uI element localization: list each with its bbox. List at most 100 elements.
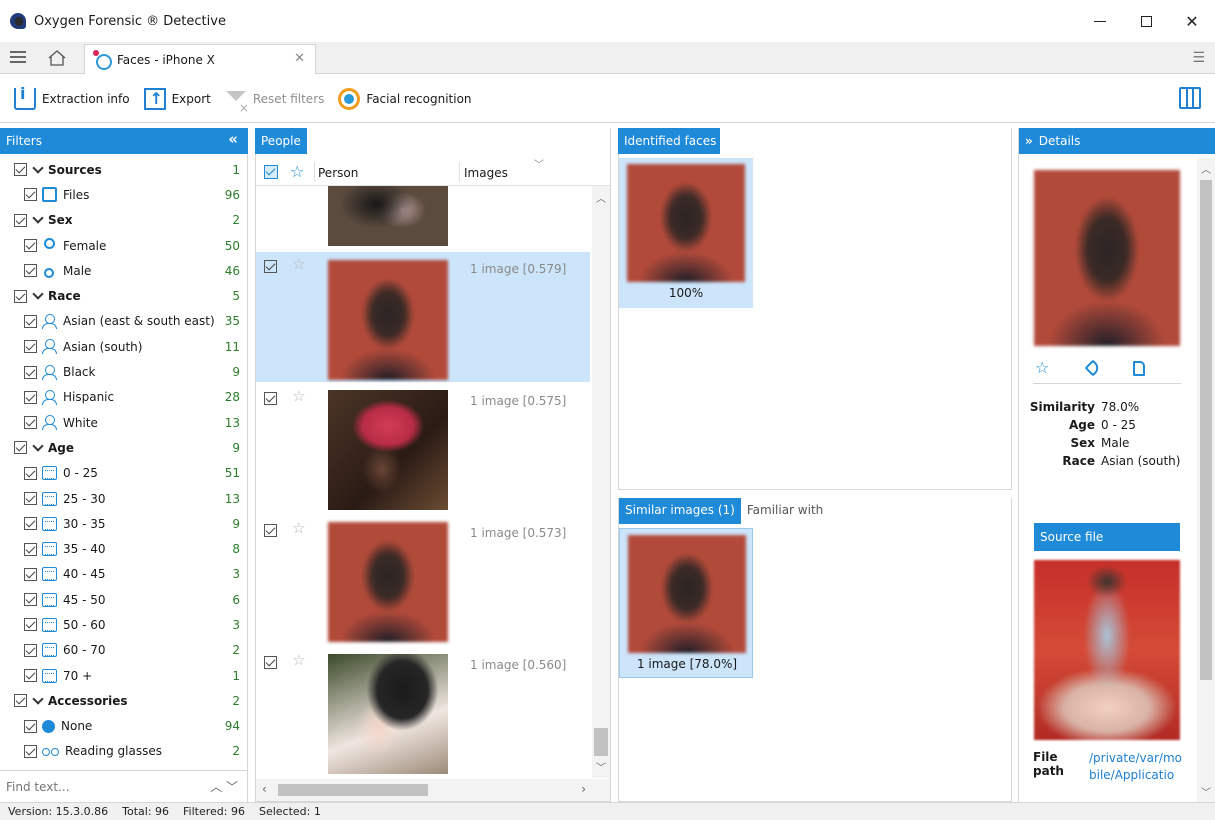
row-checkbox[interactable] xyxy=(264,524,277,537)
tag-icon[interactable] xyxy=(1084,359,1102,377)
favorite-star-icon[interactable]: ☆ xyxy=(292,255,305,273)
find-text-input[interactable] xyxy=(6,779,186,794)
tab-faces[interactable]: Faces - iPhone X ✕ xyxy=(84,44,316,74)
expand-details-icon[interactable]: » xyxy=(1025,134,1033,148)
minimize-button[interactable] xyxy=(1077,0,1123,42)
details-scrollbar[interactable]: ︿ ﹀ xyxy=(1197,158,1215,802)
table-row[interactable]: ☆ 1 image [0.560] xyxy=(256,648,590,776)
filter-item-checkbox[interactable] xyxy=(24,390,37,404)
file-path-link[interactable]: /private/var/mobile/Applicatio xyxy=(1089,750,1189,802)
filter-item[interactable]: Female 50 xyxy=(0,233,248,258)
source-file-photo[interactable] xyxy=(1034,560,1180,740)
filter-item-checkbox[interactable] xyxy=(24,567,37,581)
filter-item-checkbox[interactable] xyxy=(24,416,37,430)
filter-item[interactable]: 45 - 50 6 xyxy=(0,587,248,612)
table-row[interactable] xyxy=(256,186,590,250)
favorite-star-icon[interactable]: ☆ xyxy=(292,387,305,405)
filter-group-checkbox[interactable] xyxy=(14,694,27,708)
filter-item[interactable]: 70 + 1 xyxy=(0,663,248,688)
chevron-down-icon[interactable] xyxy=(32,212,44,224)
chevron-down-icon[interactable] xyxy=(32,693,44,705)
filter-group-accessories[interactable]: Accessories 2 xyxy=(0,688,248,713)
filter-item-checkbox[interactable] xyxy=(24,618,37,632)
scroll-down-icon[interactable]: ﹀ xyxy=(1201,784,1211,799)
filter-item-checkbox[interactable] xyxy=(24,365,37,379)
scroll-thumb[interactable] xyxy=(594,728,608,756)
favorite-column-star-icon[interactable]: ☆ xyxy=(290,162,304,181)
people-vertical-scrollbar[interactable]: ︿ ﹀ xyxy=(592,186,610,778)
filter-item[interactable]: Asian (south) 11 xyxy=(0,334,248,359)
menu-icon[interactable] xyxy=(10,51,26,63)
scroll-up-icon[interactable]: ︿ xyxy=(1201,161,1211,176)
filter-item-checkbox[interactable] xyxy=(24,239,37,253)
favorite-star-icon[interactable]: ☆ xyxy=(1035,358,1049,377)
export-button[interactable]: Export xyxy=(143,84,211,114)
filter-item[interactable]: 35 - 40 8 xyxy=(0,536,248,561)
filter-item-checkbox[interactable] xyxy=(24,314,37,328)
filter-item-checkbox[interactable] xyxy=(24,466,37,480)
maximize-button[interactable] xyxy=(1123,0,1169,42)
filter-item[interactable]: Hispanic 28 xyxy=(0,385,248,410)
filter-group-age[interactable]: Age 9 xyxy=(0,435,248,460)
filter-item-checkbox[interactable] xyxy=(24,744,37,758)
facial-recognition-button[interactable]: Facial recognition xyxy=(338,84,472,114)
scroll-up-icon[interactable]: ︿ xyxy=(596,190,606,205)
table-row[interactable]: ☆ 1 image [0.573] xyxy=(256,516,590,646)
scroll-thumb[interactable] xyxy=(1200,180,1212,680)
filter-group-sources[interactable]: Sources 1 xyxy=(0,157,248,182)
similar-image-card[interactable]: 1 image [78.0%] xyxy=(619,528,753,678)
filter-group-checkbox[interactable] xyxy=(14,289,27,303)
favorite-star-icon[interactable]: ☆ xyxy=(292,651,305,669)
filter-item-checkbox[interactable] xyxy=(24,593,37,607)
filter-item-checkbox[interactable] xyxy=(24,643,37,657)
filter-item[interactable]: 40 - 45 3 xyxy=(0,562,248,587)
filter-group-checkbox[interactable] xyxy=(14,441,27,455)
filter-item[interactable]: 50 - 60 3 xyxy=(0,612,248,637)
tab-similar-images[interactable]: Similar images (1) xyxy=(619,498,741,524)
filter-item[interactable]: Asian (east & south east) 35 xyxy=(0,309,248,334)
filter-item[interactable]: 0 - 25 51 xyxy=(0,461,248,486)
filter-item[interactable]: 25 - 30 13 xyxy=(0,486,248,511)
table-row[interactable]: ☆ 1 image [0.575] xyxy=(256,384,590,514)
scroll-down-icon[interactable]: ﹀ xyxy=(596,759,606,774)
chevron-down-icon[interactable] xyxy=(32,161,44,174)
collapse-filters-icon[interactable]: « xyxy=(228,130,238,148)
table-row[interactable]: ☆ 1 image [0.579] xyxy=(256,252,590,382)
filter-item-checkbox[interactable] xyxy=(24,492,37,505)
filter-item[interactable]: Male 46 xyxy=(0,258,248,283)
tab-close-icon[interactable]: ✕ xyxy=(294,51,305,66)
filter-item-checkbox[interactable] xyxy=(24,719,37,733)
row-checkbox[interactable] xyxy=(264,656,277,669)
extraction-info-button[interactable]: Extraction info xyxy=(14,84,130,114)
chevron-down-icon[interactable] xyxy=(32,288,44,300)
scroll-left-icon[interactable]: ‹ xyxy=(262,782,267,796)
close-window-button[interactable]: ✕ xyxy=(1169,0,1215,42)
scroll-right-icon[interactable]: › xyxy=(581,782,586,796)
filter-item-checkbox[interactable] xyxy=(24,340,37,354)
tab-familiar-with[interactable]: Familiar with xyxy=(741,498,829,524)
reset-filters-button[interactable]: Reset filters xyxy=(225,84,324,115)
filter-item[interactable]: White 13 xyxy=(0,410,248,435)
filter-item[interactable]: Black 9 xyxy=(0,359,248,384)
chevron-down-icon[interactable] xyxy=(32,440,44,452)
home-icon[interactable] xyxy=(48,50,66,66)
person-column-header[interactable]: Person xyxy=(318,166,358,180)
filter-item-checkbox[interactable] xyxy=(24,264,37,278)
document-icon[interactable] xyxy=(1133,361,1145,376)
filter-item[interactable]: Reading glasses 2 xyxy=(0,739,248,764)
row-checkbox[interactable] xyxy=(264,260,277,273)
filter-item[interactable]: None 94 xyxy=(0,714,248,739)
filter-item-checkbox[interactable] xyxy=(24,188,37,202)
find-navigation[interactable]: ︿ ﹀ xyxy=(210,778,238,795)
filter-group-sex[interactable]: Sex 2 xyxy=(0,208,248,233)
tab-overflow-icon[interactable]: ☰ xyxy=(1192,50,1205,66)
identified-face-card[interactable]: 100% xyxy=(619,158,753,308)
filter-group-checkbox[interactable] xyxy=(14,213,27,227)
row-checkbox[interactable] xyxy=(264,392,277,405)
filter-item-checkbox[interactable] xyxy=(24,542,37,556)
filter-group-checkbox[interactable] xyxy=(14,163,27,177)
filter-item-checkbox[interactable] xyxy=(24,517,37,531)
filter-item[interactable]: Files 96 xyxy=(0,182,248,207)
images-column-header[interactable]: Images xyxy=(464,166,508,180)
select-all-checkbox[interactable] xyxy=(264,165,278,179)
